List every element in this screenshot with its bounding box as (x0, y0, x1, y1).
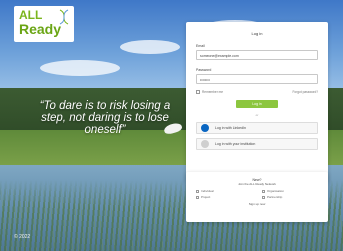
signup-options: Individual Organisation Project Partners… (196, 189, 318, 199)
linkedin-login-label: Log in with LinkedIn (215, 126, 246, 130)
institution-icon (201, 140, 209, 148)
institution-login-button[interactable]: Log in with your institution (196, 138, 318, 150)
or-divider: or (255, 113, 259, 117)
signup-option-label: Organisation (267, 189, 285, 193)
institution-login-label: Log in with your institution (215, 142, 256, 146)
login-button[interactable]: Log in (236, 100, 278, 108)
login-title: Log in (251, 31, 263, 36)
dna-helix-icon (59, 9, 69, 25)
signup-subtitle: Join the ALL Ready Network (238, 182, 276, 186)
email-label: Email (196, 44, 205, 48)
linkedin-login-button[interactable]: Log in with LinkedIn (196, 122, 318, 134)
signup-option-partnership[interactable]: Partnership (262, 195, 318, 199)
signup-option-label: Partnership (267, 195, 283, 199)
login-options-row: Remember me Forgot password? (196, 90, 318, 94)
copyright: © 2022 (14, 234, 31, 240)
checkbox-box (196, 90, 200, 94)
signup-option-individual[interactable]: Individual (196, 189, 252, 193)
signup-option-label: Individual (201, 189, 214, 193)
option-box (262, 189, 265, 193)
remember-me-checkbox[interactable]: Remember me (196, 90, 223, 94)
cloud (40, 60, 120, 76)
linkedin-icon (201, 124, 209, 132)
all-ready-logo[interactable]: ALL Ready (14, 6, 74, 42)
signup-option-organisation[interactable]: Organisation (262, 189, 318, 193)
password-label: Password (196, 68, 212, 72)
forgot-password-link[interactable]: Forgot password? (292, 90, 318, 94)
password-field[interactable]: •••••••• (196, 74, 318, 84)
option-box (196, 195, 199, 199)
remember-me-label: Remember me (202, 90, 224, 94)
cloud (120, 40, 180, 54)
signup-card: New? Join the ALL Ready Network Individu… (186, 172, 328, 222)
signup-option-project[interactable]: Project (196, 195, 252, 199)
signup-option-label: Project (201, 195, 211, 199)
option-box (196, 189, 199, 193)
option-box (262, 195, 265, 199)
login-card: Log in Email someone@example.com Passwor… (186, 22, 328, 182)
signup-link[interactable]: Sign up now (196, 202, 318, 206)
inspirational-quote: “To dare is to risk losing a step, not d… (39, 100, 171, 136)
email-field[interactable]: someone@example.com (196, 50, 318, 60)
